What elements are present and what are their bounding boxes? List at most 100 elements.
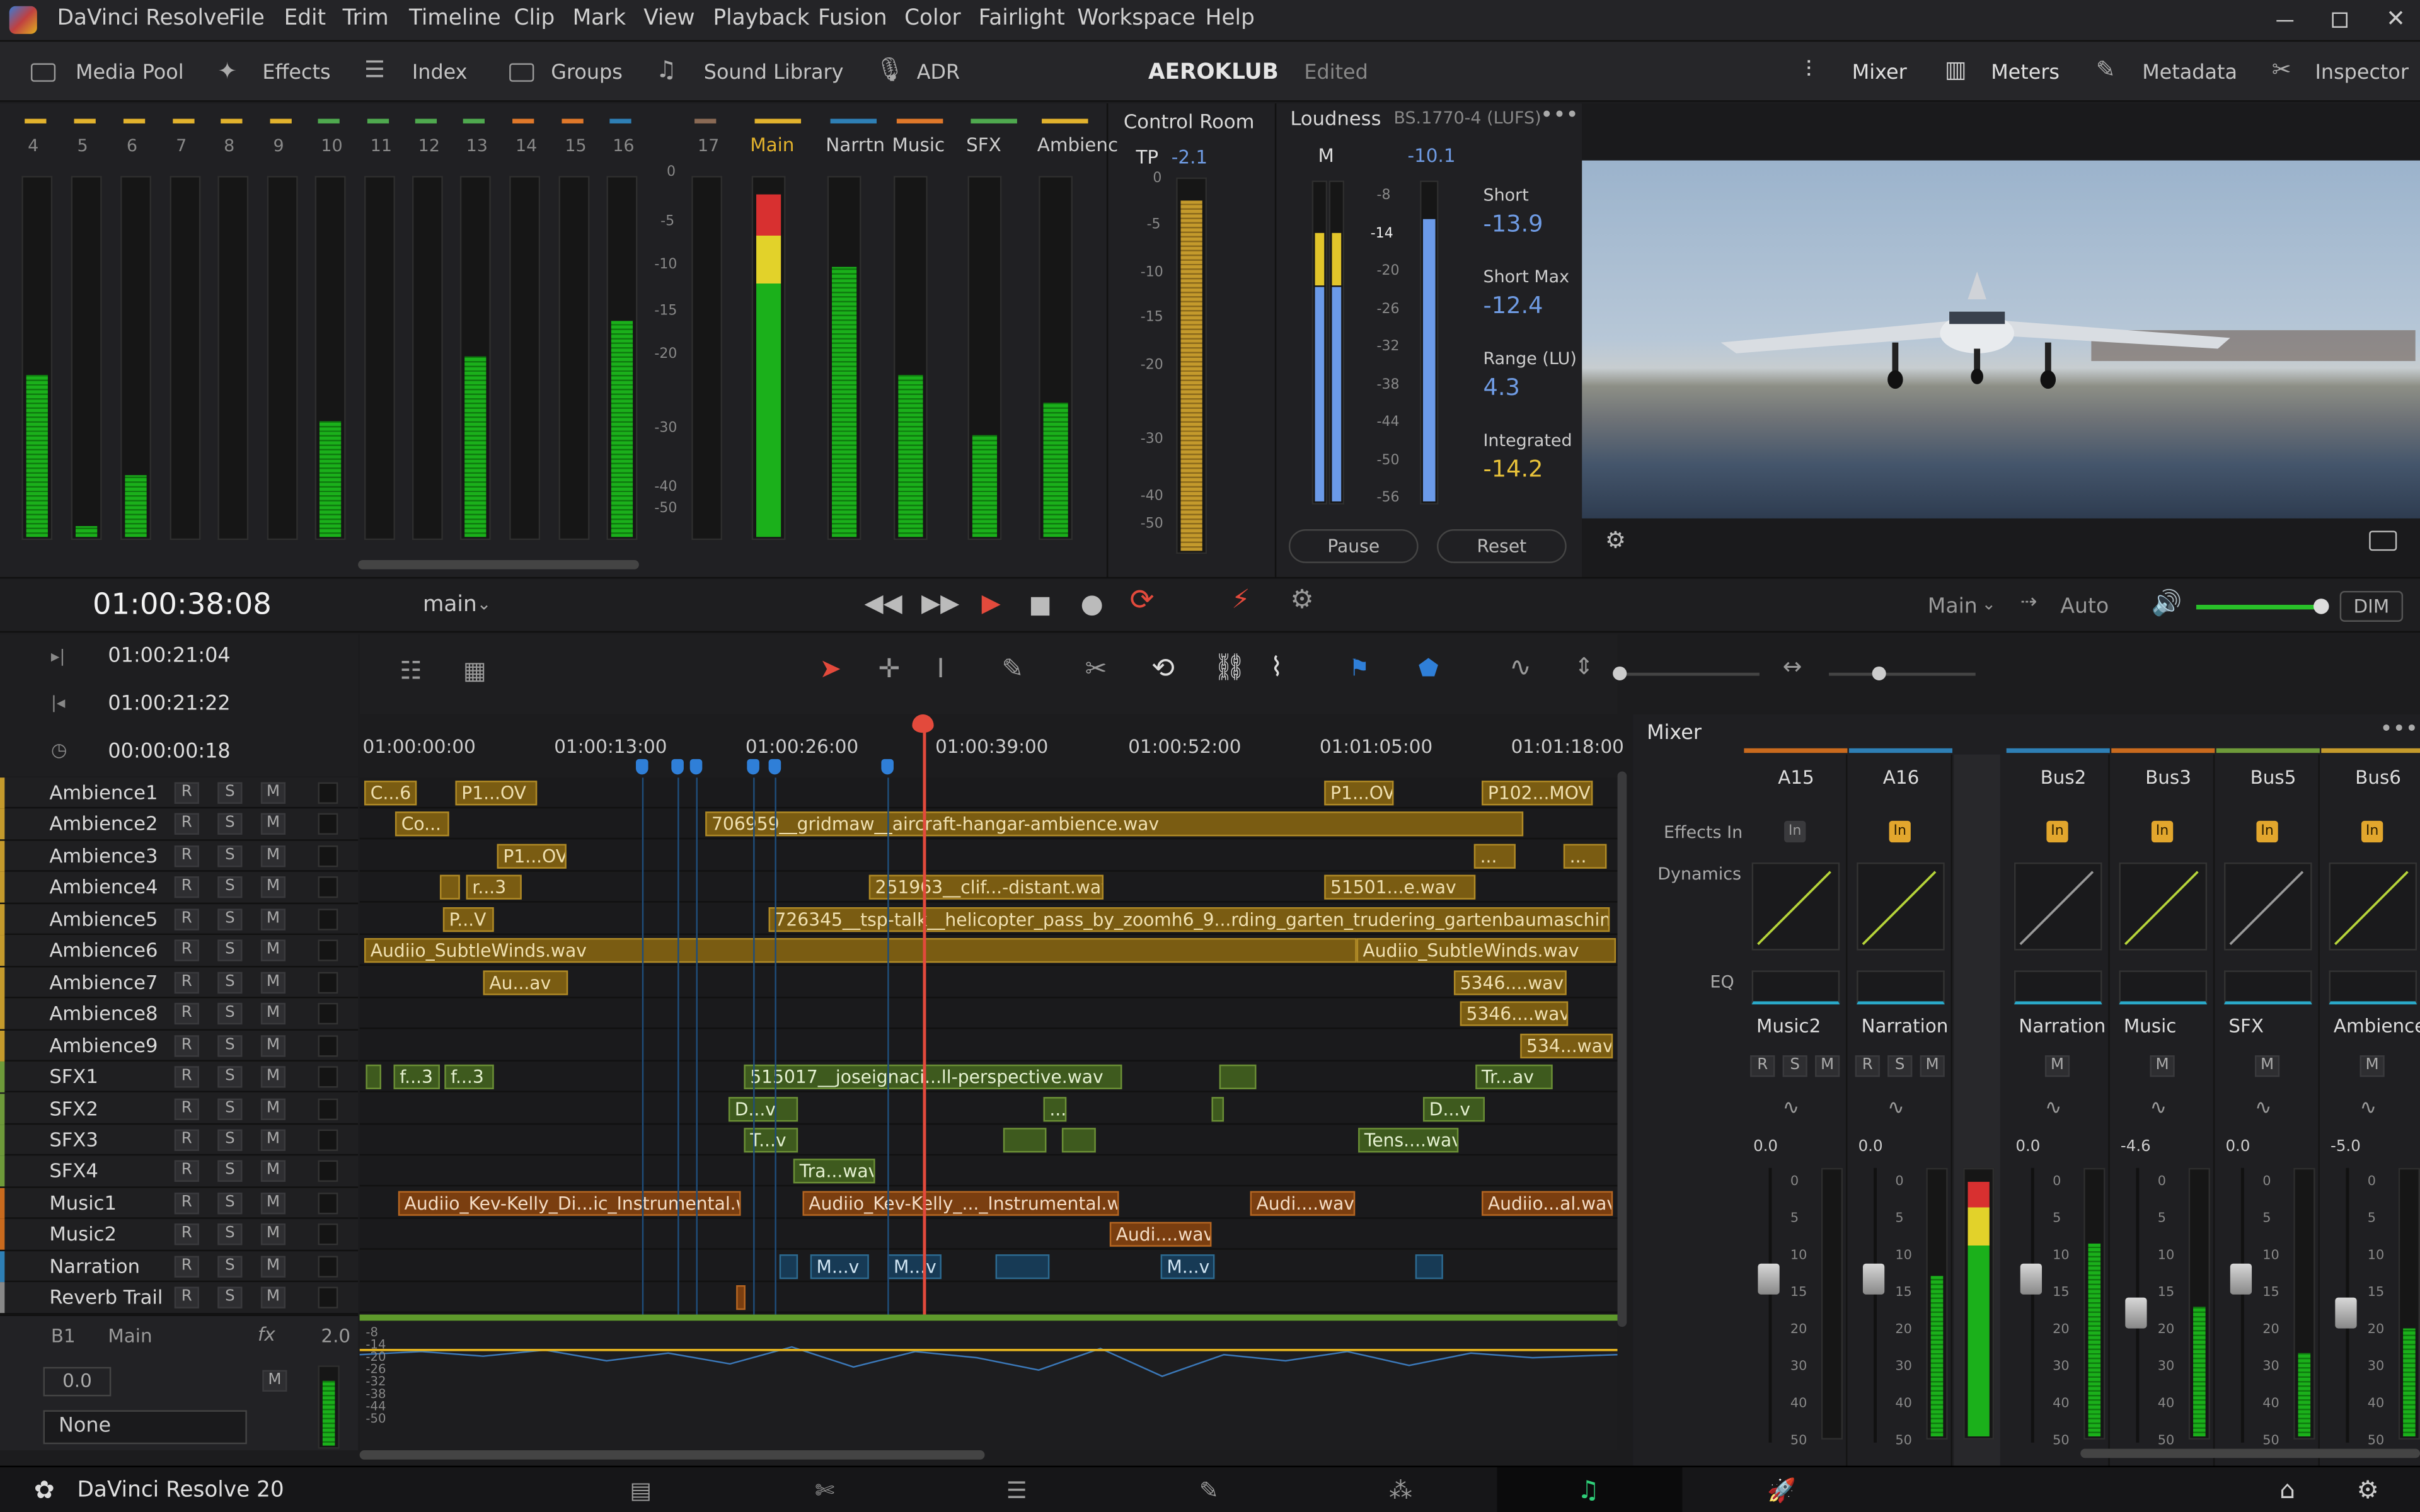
channel-gain[interactable]: -5.0: [2331, 1138, 2361, 1155]
track-name[interactable]: Ambience6: [49, 939, 158, 962]
track-s-button[interactable]: S: [217, 940, 243, 962]
track-r-button[interactable]: R: [174, 1192, 199, 1214]
track-r-button[interactable]: R: [174, 908, 199, 931]
audio-clip[interactable]: Au...av: [483, 970, 568, 995]
index-button[interactable]: Index: [412, 62, 468, 85]
track-header[interactable]: Ambience9 R S M: [0, 1029, 359, 1062]
track-header[interactable]: Music1 R S M: [0, 1188, 359, 1220]
pan-icon[interactable]: ∿: [2045, 1097, 2062, 1120]
audio-clip[interactable]: D...v: [728, 1096, 798, 1121]
audio-clip[interactable]: [439, 875, 460, 900]
groups-button[interactable]: Groups: [551, 62, 623, 85]
vertical-zoom-knob[interactable]: [1613, 666, 1627, 681]
audio-clip[interactable]: Tr...av: [1475, 1064, 1553, 1090]
track-lane[interactable]: D...v... D...v: [359, 1093, 1618, 1125]
audio-clip[interactable]: ...: [1473, 844, 1516, 869]
audio-clip[interactable]: Audiio_SubtleWinds.wav: [364, 938, 1357, 963]
track-m-button[interactable]: M: [260, 940, 286, 962]
media-page-icon[interactable]: ▤: [630, 1477, 652, 1504]
track-m-button[interactable]: M: [260, 1160, 286, 1183]
audio-clip[interactable]: ...: [1043, 1096, 1067, 1121]
audio-clip[interactable]: Tra...wav: [793, 1159, 875, 1184]
track-lanes[interactable]: C...6 P1...OV P1...OV P102...MOV Co... 7 7069…: [359, 777, 1618, 1315]
track-m-button[interactable]: M: [260, 1034, 286, 1057]
track-lane[interactable]: Tra...wav: [359, 1156, 1618, 1188]
fairlight-page-icon[interactable]: ♫: [1577, 1475, 1599, 1504]
track-r-button[interactable]: R: [174, 1097, 199, 1120]
timeline-view-icon[interactable]: ☷: [400, 656, 422, 685]
audio-clip[interactable]: C...6: [364, 781, 417, 806]
pan-icon[interactable]: ∿: [2150, 1097, 2167, 1120]
settings-gear-icon[interactable]: ⚙: [2357, 1475, 2379, 1504]
track-header[interactable]: Ambience4 R S M: [0, 872, 359, 904]
track-header[interactable]: Ambience7 R S M: [0, 966, 359, 999]
audio-clip[interactable]: r...3: [466, 875, 522, 900]
track-lane[interactable]: P1...OV......: [359, 840, 1618, 872]
audio-clip[interactable]: [1211, 1096, 1224, 1121]
timeline-marker[interactable]: [881, 759, 894, 775]
track-header[interactable]: Narration R S M: [0, 1251, 359, 1283]
track-s-button[interactable]: S: [217, 1192, 243, 1214]
audio-clip[interactable]: M...v: [810, 1254, 869, 1279]
channel-gain[interactable]: 0.0: [1858, 1138, 1883, 1155]
fader-knob[interactable]: [2125, 1297, 2147, 1329]
menu-help[interactable]: Help: [1206, 6, 1255, 31]
menu-workspace[interactable]: Workspace: [1077, 6, 1195, 31]
audio-clip[interactable]: Tens....wav: [1358, 1128, 1459, 1153]
fader-knob[interactable]: [1758, 1263, 1780, 1295]
pause-button[interactable]: Pause: [1288, 529, 1419, 563]
horizontal-zoom-knob[interactable]: [1872, 666, 1886, 681]
track-s-button[interactable]: S: [217, 845, 243, 868]
channel-s-button[interactable]: S: [1782, 1055, 1807, 1077]
track-s-button[interactable]: S: [217, 1160, 243, 1183]
dynamics-graph[interactable]: [1751, 862, 1840, 951]
track-r-button[interactable]: R: [174, 813, 199, 835]
track-m-button[interactable]: M: [260, 971, 286, 994]
timeline-marker[interactable]: [768, 759, 781, 775]
audio-clip[interactable]: [779, 1254, 798, 1279]
track-name[interactable]: Ambience4: [49, 875, 158, 898]
effects-in-button[interactable]: In: [2151, 820, 2174, 843]
fusion-page-icon[interactable]: ✎: [1199, 1477, 1219, 1504]
automation-icon[interactable]: ⚡: [1231, 585, 1250, 616]
track-lane[interactable]: Audiio_SubtleWinds.wav Audiio_SubtleWinds…: [359, 936, 1618, 966]
menu-view[interactable]: View: [643, 6, 694, 31]
vertical-zoom-icon[interactable]: ⇕: [1574, 653, 1594, 680]
track-name[interactable]: Music1: [49, 1191, 117, 1214]
mixer-channel-strip[interactable]: A15 In Music2 M R S ∿ 0.0 0 5 10 15 20 30 40 50: [1744, 748, 1848, 1506]
track-header[interactable]: Ambience6 R S M: [0, 935, 359, 967]
master-strip-partial[interactable]: [1954, 754, 2000, 1466]
audio-clip[interactable]: Audi....wav: [1109, 1222, 1212, 1247]
bus-gain-field[interactable]: 0.0: [43, 1366, 112, 1397]
channel-gain[interactable]: 0.0: [2225, 1138, 2250, 1155]
channel-gain[interactable]: 0.0: [1753, 1138, 1778, 1155]
track-lane[interactable]: f...3 f...3 515017__joseignaci...ll-perspe…: [359, 1062, 1618, 1093]
track-r-button[interactable]: R: [174, 1223, 199, 1246]
mixer-channel-strip[interactable]: Bus6 In Ambience M ∿ -5.0 0 5 10 15 20 30 40 50: [2321, 748, 2420, 1506]
audio-clip[interactable]: f...3: [393, 1064, 440, 1090]
horizontal-zoom-icon[interactable]: ↔: [1783, 653, 1802, 680]
fader-knob[interactable]: [1862, 1263, 1885, 1295]
audio-clip[interactable]: f...3: [444, 1064, 494, 1090]
audio-clip[interactable]: [736, 1285, 746, 1310]
track-m-button[interactable]: M: [260, 908, 286, 931]
track-name[interactable]: Ambience8: [49, 1002, 158, 1025]
timeline-marker[interactable]: [671, 759, 684, 775]
select-tool-icon[interactable]: ➤: [819, 654, 841, 685]
bus-fx[interactable]: fx: [258, 1324, 275, 1345]
timecode-display[interactable]: 01:00:38:08: [93, 588, 272, 622]
playhead-handle[interactable]: [912, 714, 934, 733]
channel-gain[interactable]: 0.0: [2015, 1138, 2040, 1155]
eq-graph[interactable]: [1857, 970, 1945, 1005]
track-s-button[interactable]: S: [217, 1097, 243, 1120]
bus-send-dropdown[interactable]: None: [43, 1410, 247, 1445]
volume-slider-knob[interactable]: [2313, 598, 2329, 614]
channel-mute-button[interactable]: M: [2360, 1055, 2385, 1077]
track-header[interactable]: Ambience3 R S M: [0, 840, 359, 873]
track-s-button[interactable]: S: [217, 782, 243, 804]
pan-icon[interactable]: ∿: [1783, 1097, 1800, 1120]
track-s-button[interactable]: S: [217, 876, 243, 899]
track-name[interactable]: Ambience1: [49, 781, 158, 804]
audio-clip[interactable]: 726345__tsp-talk__helicopter_pass_by_zoo…: [768, 907, 1610, 932]
track-r-button[interactable]: R: [174, 782, 199, 804]
